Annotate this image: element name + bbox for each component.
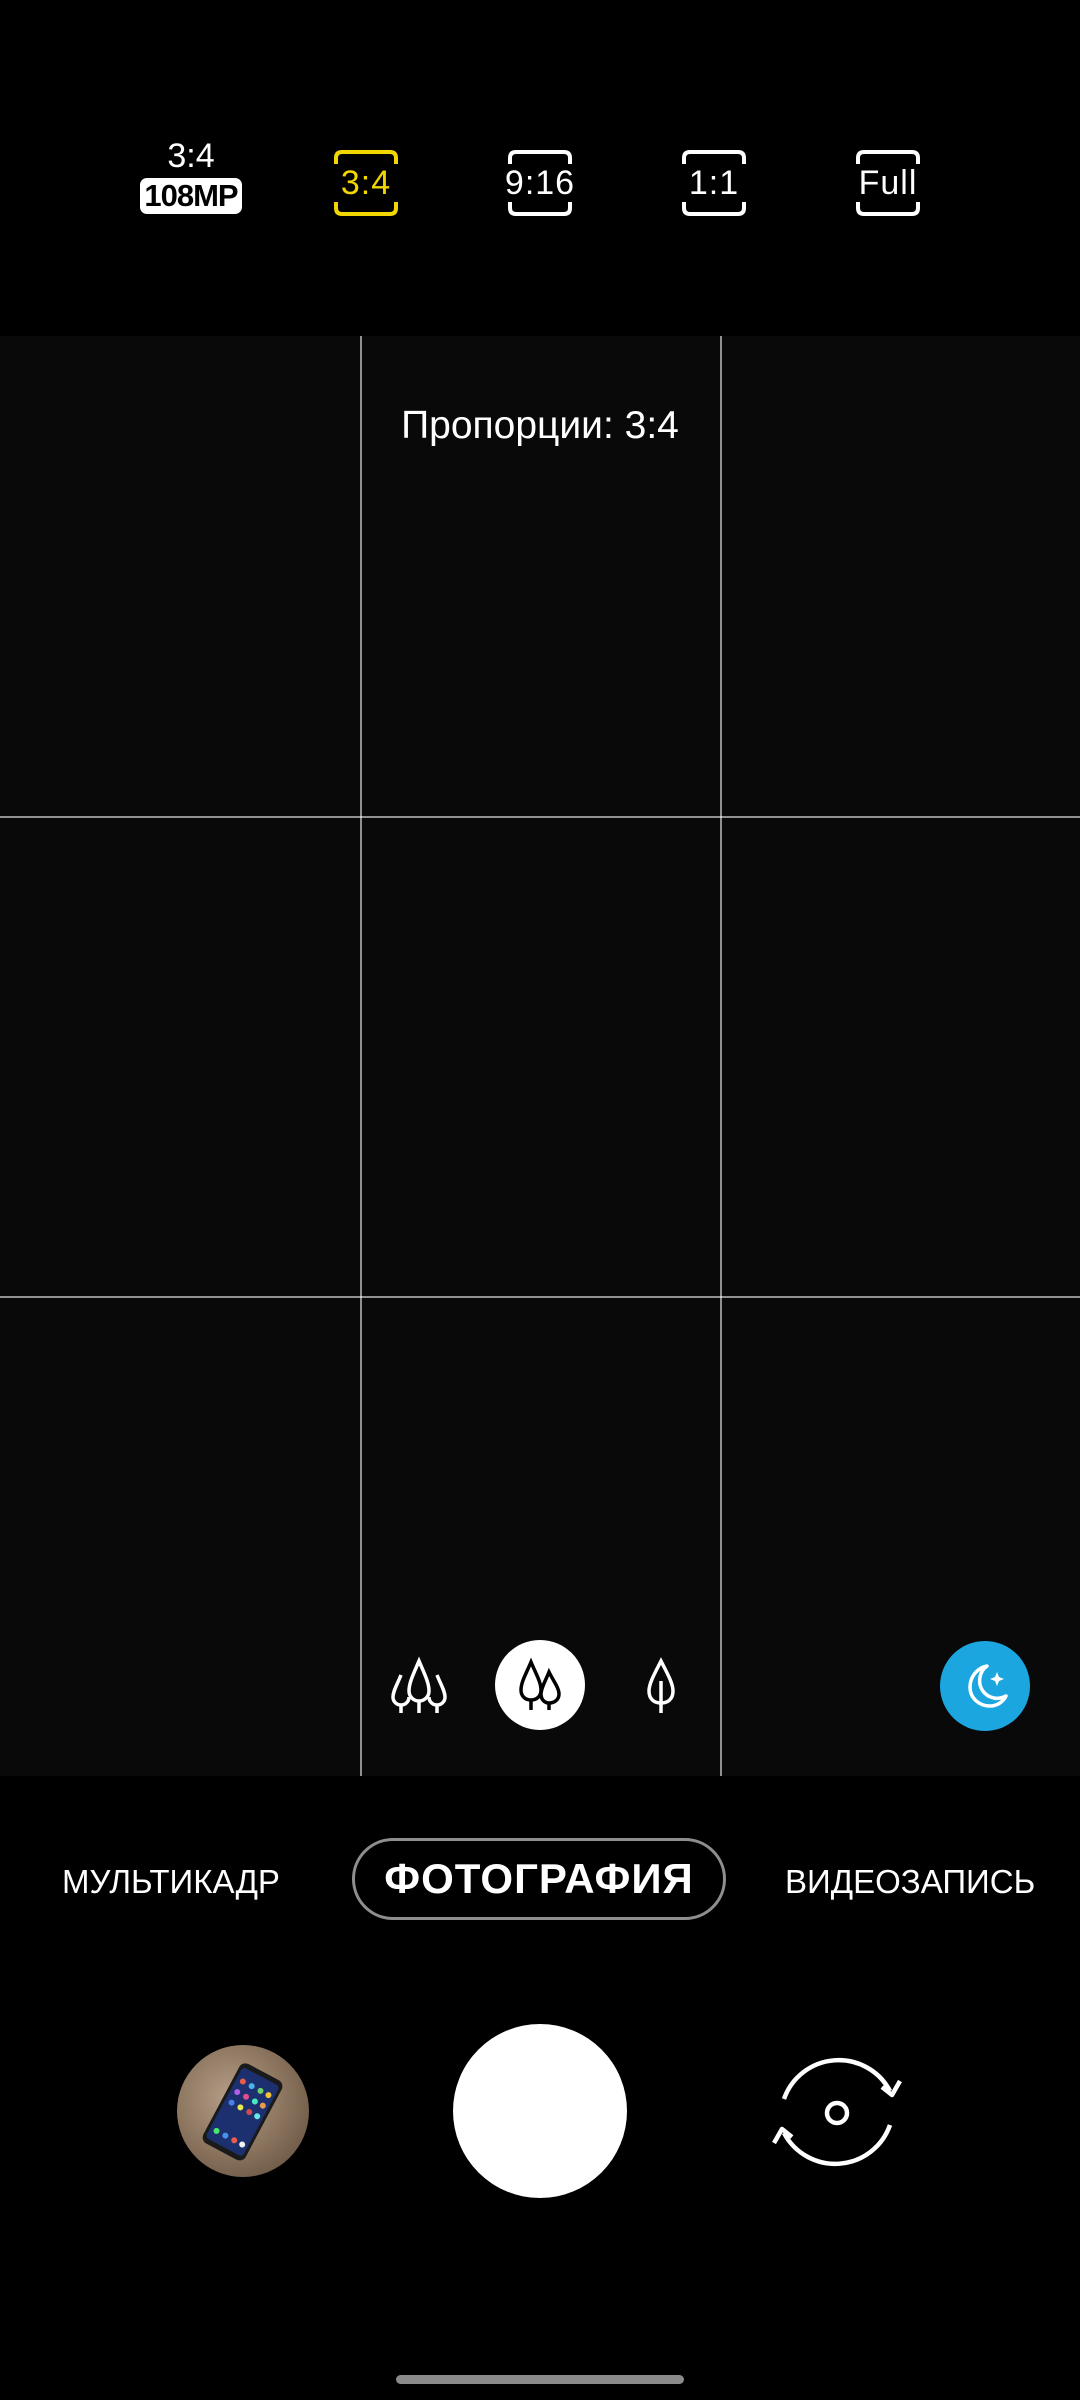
ratio-option-full[interactable]: Full (854, 148, 922, 218)
shutter-button[interactable] (453, 2024, 627, 2198)
home-indicator[interactable] (396, 2375, 684, 2384)
switch-camera-button[interactable] (762, 2047, 912, 2177)
gallery-thumbnail[interactable] (177, 2045, 309, 2177)
moon-stars-icon (968, 1664, 1008, 1708)
ratio-label: Full (858, 163, 918, 202)
trees-icon[interactable] (495, 1640, 585, 1730)
mode-video[interactable]: ВИДЕОЗАПИСЬ (785, 1852, 1035, 1912)
grid-line (0, 1296, 1080, 1298)
ratio-label: 1:1 (688, 163, 740, 202)
wide-trees-icon[interactable] (384, 1650, 454, 1722)
108mp-badge: 108MP (140, 178, 242, 214)
mode-photo[interactable]: ФОТОГРАФИЯ (352, 1838, 726, 1920)
ratio-label: 3:4 (340, 163, 392, 202)
ratio-label: 3:4 (167, 137, 215, 175)
phone-photo-image (202, 2063, 283, 2161)
mode-multiframe[interactable]: МУЛЬТИКАДР (62, 1852, 280, 1912)
ratio-label: 9:16 (504, 163, 576, 202)
camera-viewfinder[interactable] (0, 336, 1080, 1776)
grid-line (360, 336, 362, 1776)
ratio-option-3-4[interactable]: 3:4 (332, 148, 400, 218)
night-mode-button[interactable] (940, 1641, 1030, 1731)
switch-camera-icon (772, 2057, 902, 2167)
mode-photo-label: ФОТОГРАФИЯ (384, 1855, 694, 1902)
ratio-option-9-16[interactable]: 9:16 (504, 148, 576, 218)
aspect-ratio-hint: Пропорции: 3:4 (401, 404, 679, 447)
grid-line (0, 816, 1080, 818)
ratio-option-3-4-108mp[interactable]: 3:4 108MP (138, 136, 244, 222)
grid-line (720, 336, 722, 1776)
ratio-option-1-1[interactable]: 1:1 (680, 148, 748, 218)
single-tree-icon[interactable] (640, 1655, 682, 1717)
